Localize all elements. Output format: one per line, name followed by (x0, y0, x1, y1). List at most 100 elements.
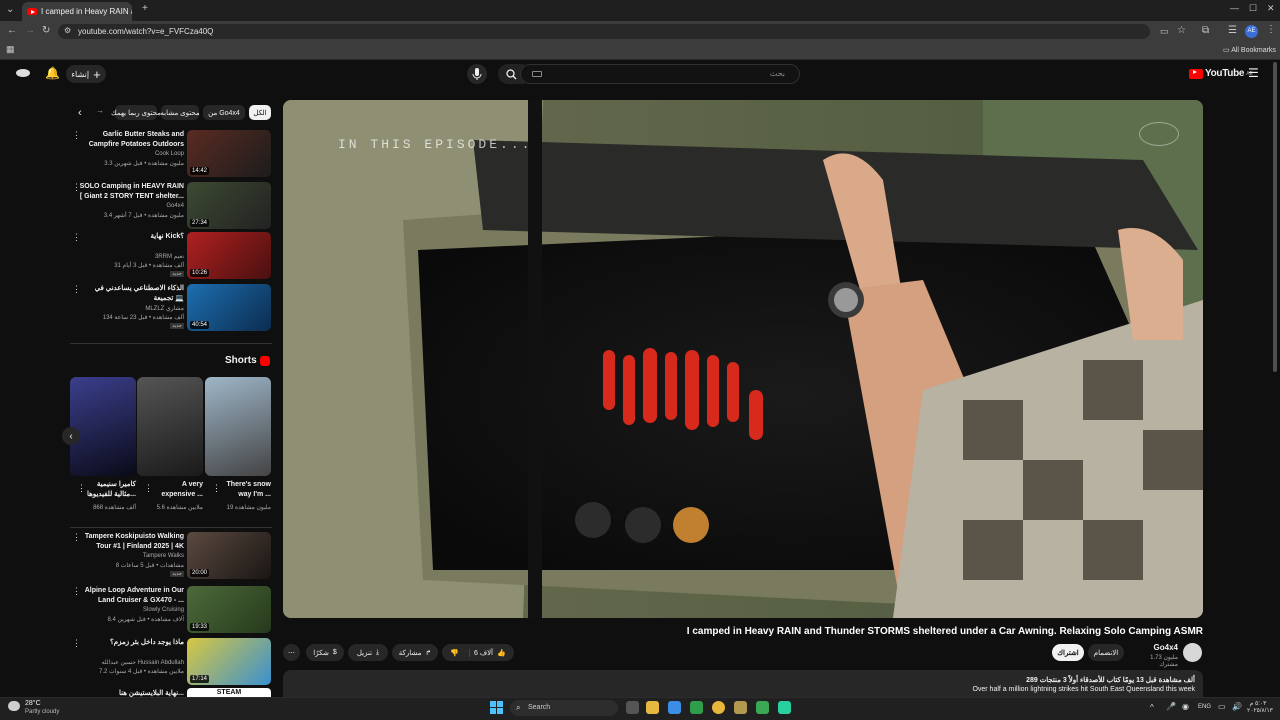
short-thumbnail[interactable] (137, 377, 203, 476)
microphone-tray-icon[interactable]: 🎤 (1166, 702, 1176, 711)
last-item-title[interactable]: نهاية البلايستيشن هنا... (84, 689, 184, 697)
video-thumbnail[interactable]: 19:33 (187, 586, 271, 633)
join-button[interactable]: الانضمام (1088, 644, 1124, 661)
chrome-taskbar-icon[interactable] (712, 701, 725, 714)
start-button[interactable] (490, 701, 503, 714)
short-views: 868 ألف مشاهدة (93, 505, 136, 511)
language-indicator[interactable]: ENG (1198, 704, 1211, 710)
sidebar-video-item[interactable]: ⋮ SOLO Camping in HEAVY RAIN [ Giant 2 ST… (72, 182, 272, 230)
channel-info[interactable]: Go4x4 1.73 مليون مشترك (1130, 643, 1178, 668)
back-icon[interactable]: ← (7, 26, 17, 36)
short-title[interactable]: كاميرا سنيمية مثالية للفيديوها... (80, 480, 136, 500)
cast-icon[interactable]: ▭ (1160, 27, 1169, 36)
hamburger-menu-icon[interactable]: ☰ (1248, 66, 1259, 80)
minimize-icon[interactable]: — (1230, 4, 1239, 13)
task-view-icon[interactable] (626, 701, 639, 714)
file-explorer-icon[interactable] (646, 701, 659, 714)
video-player[interactable]: IN THIS EPISODE... (283, 100, 1203, 618)
search-icon (505, 68, 516, 79)
video-thumbnail[interactable]: 27:34 (187, 182, 271, 229)
terminal-icon[interactable] (756, 701, 769, 714)
like-icon[interactable]: 👍 (497, 649, 506, 657)
sidebar-video-item[interactable]: ⋮ ماذا يوجد داخل بئر زمزم؟ حسين عبدالله Hu… (72, 638, 272, 686)
video-item-channel: حسين عبدالله Hussain Abdullah (101, 660, 184, 666)
channel-avatar[interactable] (1183, 643, 1202, 662)
youtube-play-icon (1189, 68, 1203, 79)
subscribe-button[interactable]: اشتراك (1052, 644, 1084, 661)
youtube-logo[interactable]: YouTube AE (1189, 68, 1253, 79)
tab-list-icon[interactable]: ⌄ (6, 5, 14, 15)
sidebar-video-item[interactable]: ⋮ نهاية Kick؟ 3RRM نعيم 31 ألف مشاهدة • قبل… (72, 232, 272, 280)
app-icon[interactable] (734, 701, 747, 714)
sidebar-video-item[interactable]: ⋮ Tampere Koskipuisto Walking Tour #1 | F… (72, 532, 272, 580)
video-thumbnail[interactable]: 10:26 (187, 232, 271, 279)
profile-avatar[interactable]: AE (1245, 25, 1258, 38)
page-scrollbar[interactable] (1273, 62, 1277, 372)
close-window-icon[interactable]: ✕ (1267, 4, 1275, 13)
shorts-prev-button[interactable]: ‹ (62, 427, 80, 445)
dislike-icon[interactable]: 👎 (450, 648, 470, 657)
forward-icon[interactable]: → (25, 26, 35, 36)
chip-all[interactable]: الكل (249, 105, 271, 120)
short-more-icon[interactable]: ⋮ (212, 483, 221, 494)
video-thumbnail[interactable]: 17:14 (187, 638, 271, 685)
short-title[interactable]: A very expensive ... (147, 480, 203, 500)
account-avatar[interactable] (16, 69, 30, 77)
video-thumbnail[interactable]: 14:42 (187, 130, 271, 177)
short-thumbnail[interactable] (70, 377, 136, 476)
subscriber-count: 1.73 مليون مشترك (1150, 655, 1178, 668)
short-title[interactable]: There's snow way I'm ... (215, 480, 271, 500)
vpn-icon[interactable]: ◉ (1182, 702, 1189, 711)
sidebar-video-item[interactable]: ⋮ Garlic Butter Steaks and Campfire Potat… (72, 130, 272, 178)
app-icon-2[interactable] (778, 701, 791, 714)
bookmark-star-icon[interactable]: ☆ (1177, 26, 1186, 36)
site-info-icon[interactable]: ⚙ (64, 27, 71, 35)
browser-tab[interactable]: I camped in Heavy RAIN and Thunder ✕ (22, 2, 132, 21)
taskbar-search[interactable]: Search (510, 700, 618, 716)
reload-icon[interactable]: ↻ (42, 26, 50, 36)
download-button[interactable]: تنزيل ⤓ (348, 644, 388, 661)
chrome-menu-icon[interactable]: ⋮ (1266, 25, 1276, 35)
extensions-icon[interactable]: ⧉ (1202, 26, 1209, 36)
create-button[interactable]: إنشاء + (66, 65, 106, 83)
all-bookmarks[interactable]: ▭ All Bookmarks (1223, 46, 1276, 54)
new-tab-icon[interactable]: + (142, 4, 148, 14)
volume-icon[interactable]: 🔊 (1232, 702, 1242, 711)
share-button[interactable]: مشاركة ↱ (392, 644, 438, 661)
store-icon[interactable] (668, 701, 681, 714)
chip-from-channel[interactable]: من Go4x4 (203, 105, 245, 120)
clock[interactable]: ٥:٠٣ م ٢٠٢٥/٨/١٣ (1247, 700, 1273, 714)
more-actions-button[interactable]: ⋯ (283, 644, 300, 661)
network-icon[interactable]: ▭ (1218, 702, 1226, 711)
sidebar-icon[interactable]: ☰ (1228, 26, 1237, 36)
chip-maybe-interest[interactable]: محتوى ربما يهمك (111, 105, 161, 120)
notifications-bell-icon[interactable]: 🔔 (45, 66, 60, 80)
apps-grid-icon[interactable]: ▦ (6, 45, 15, 54)
address-bar[interactable]: youtube.com/watch?v=e_FVFCza40Q (58, 24, 1150, 39)
weather-temp[interactable]: 28°C (25, 700, 41, 707)
short-more-icon[interactable]: ⋮ (77, 483, 86, 494)
short-more-icon[interactable]: ⋮ (144, 483, 153, 494)
search-input[interactable]: بحث (520, 64, 800, 84)
video-thumbnail[interactable]: 20:00 (187, 532, 271, 579)
xbox-icon[interactable] (690, 701, 703, 714)
voice-search-button[interactable] (467, 64, 487, 84)
video-item-meta: 3.3 مليون مشاهدة • قبل شهرين (104, 161, 184, 167)
chip-similar[interactable]: محتوى مشابه (160, 105, 200, 120)
keyboard-icon[interactable] (532, 71, 542, 77)
sidebar-video-item[interactable]: ⋮ الذكاء الاصطناعي يساعدني في تجميعة 💻 MLZ… (72, 284, 272, 332)
video-thumbnail[interactable]: 40:54 (187, 284, 271, 331)
video-item-title: Tampere Koskipuisto Walking Tour #1 | Fi… (84, 533, 184, 550)
like-count[interactable]: 6 آلاف (474, 649, 493, 657)
tray-chevron-icon[interactable]: ^ (1150, 703, 1154, 712)
last-item-thumbnail[interactable]: STEAM (187, 688, 271, 697)
sidebar-video-item[interactable]: ⋮ Alpine Loop Adventure in Our Land Cruis… (72, 586, 272, 634)
time: ٥:٠٣ م (1249, 701, 1267, 707)
shorts-logo-icon (260, 356, 270, 366)
maximize-icon[interactable]: ☐ (1249, 4, 1257, 13)
chip-arrow-icon[interactable]: → (96, 106, 104, 115)
weather-icon[interactable] (8, 701, 20, 711)
chip-scroll-left-icon[interactable]: ‹ (78, 107, 82, 119)
thanks-button[interactable]: شكرًا $ (306, 644, 344, 661)
short-thumbnail[interactable] (205, 377, 271, 476)
